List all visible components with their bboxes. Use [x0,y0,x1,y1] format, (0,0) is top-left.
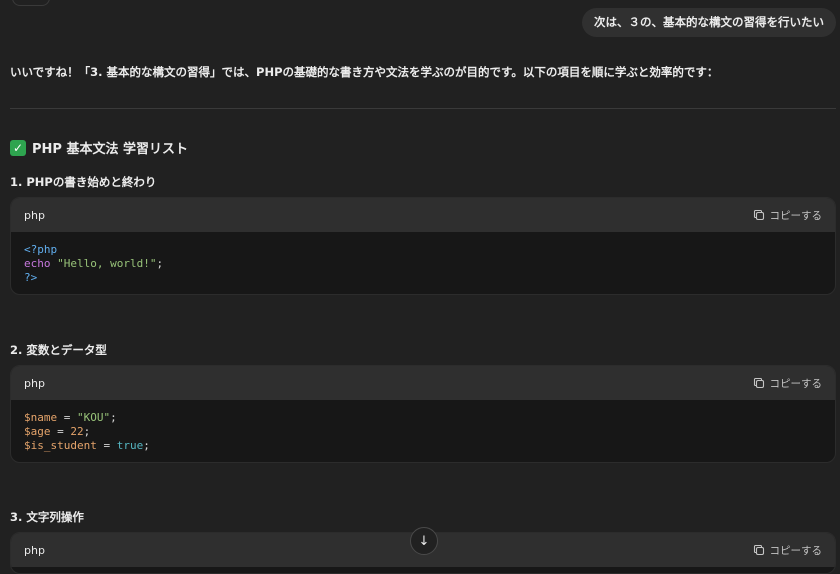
code-token: $name [24,411,58,424]
code-line: ?> [24,271,822,285]
code-token: "Hello, world!" [57,257,157,270]
code-block: php コピーする <?php echo "Hello, world!"; ?> [10,197,836,295]
code-language-label: php [24,376,45,390]
code-body: <?php echo "Hello, world!"; ?> [11,232,835,294]
copy-label: コピーする [769,209,823,222]
copy-icon [753,544,764,556]
code-token: "KOU" [77,411,111,424]
code-token: <?php [24,243,58,256]
code-token: true [116,439,144,452]
code-header: php コピーする [11,366,835,400]
code-line: <?php [24,243,822,257]
code-token: ; [83,425,91,438]
code-line: $name = "KOU"; [24,411,822,425]
section-heading: ✓ PHP 基本文法 学習リスト [10,138,188,157]
code-body: $name = "KOU"; $age = 22; $is_student = tr… [11,400,835,462]
copy-button[interactable]: コピーする [753,543,823,558]
copy-label: コピーする [769,377,823,390]
code-line: echo "Hello, world!"; [24,257,822,271]
code-block: php コピーする $name = "KOU"; $age = 22; $is_st… [10,365,836,463]
code-line: $is_student = true; [24,439,822,453]
code-token: ; [143,439,150,452]
assistant-intro-text: いいですね！「3. 基本的な構文の習得」では、PHPの基礎的な書き方や文法を学ぶ… [10,65,719,79]
code-token: ; [110,411,117,424]
item-title: 2. 変数とデータ型 [10,343,107,357]
code-token: $is_student [24,439,97,452]
code-token: = [50,425,71,438]
section-heading-text: PHP 基本文法 学習リスト [32,142,188,157]
code-token: echo [24,257,51,270]
copy-label: コピーする [769,544,823,557]
code-line: $age = 22; [24,425,822,439]
divider [10,108,836,109]
copy-button[interactable]: コピーする [753,208,823,223]
code-language-label: php [24,543,45,557]
item-title: 1. PHPの書き始めと終わり [10,175,157,189]
scroll-down-button[interactable]: ↓ [410,527,438,555]
check-mark-icon: ✓ [10,139,26,156]
arrow-down-icon: ↓ [418,533,430,549]
code-token: 22 [70,425,84,438]
code-token: = [96,439,117,452]
code-token: = [57,411,77,424]
code-header: php コピーする [11,198,835,232]
code-token: $age [24,425,51,438]
copy-button[interactable]: コピーする [753,376,823,391]
code-language-label: php [24,208,45,222]
copy-icon [753,377,764,389]
code-token: ?> [24,271,38,284]
copy-icon [753,209,764,221]
user-message-bubble: 次は、３の、基本的な構文の習得を行いたい [582,8,836,37]
code-token: ; [156,257,164,270]
item-title: 3. 文字列操作 [10,510,84,524]
attachment-stub [12,0,50,6]
